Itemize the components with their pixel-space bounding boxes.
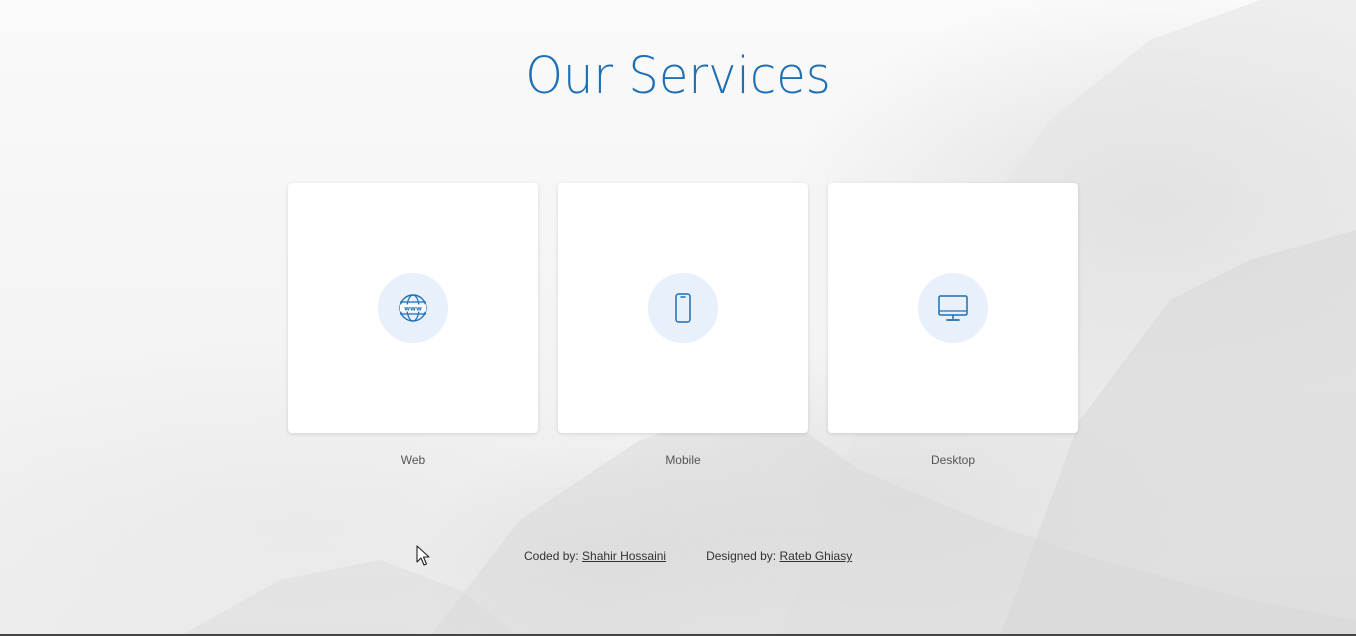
footer-credits: Coded by: Shahir Hossaini Designed by: R… — [524, 549, 852, 563]
coded-by-label: Coded by: — [524, 549, 579, 563]
service-label: Web — [400, 453, 426, 467]
service-label: Desktop — [930, 453, 976, 467]
service-item-mobile: Mobile — [558, 183, 808, 467]
smartphone-icon — [675, 293, 691, 323]
mouse-cursor-icon — [416, 545, 430, 566]
service-item-desktop: Desktop — [828, 183, 1078, 467]
icon-circle: www — [378, 273, 448, 343]
globe-www-icon: www — [399, 294, 427, 322]
icon-circle — [918, 273, 988, 343]
designed-by-label: Designed by: — [706, 549, 777, 563]
designed-by-credit: Designed by: Rateb Ghiasy — [706, 549, 852, 563]
icon-circle — [648, 273, 718, 343]
monitor-icon — [938, 295, 968, 321]
page-title: Our Services — [525, 46, 831, 106]
service-label: Mobile — [665, 453, 701, 467]
service-card-web[interactable]: www — [288, 183, 538, 433]
coded-by-credit: Coded by: Shahir Hossaini — [524, 549, 666, 563]
designed-by-link[interactable]: Rateb Ghiasy — [779, 549, 852, 563]
svg-text:www: www — [404, 305, 422, 313]
coded-by-link[interactable]: Shahir Hossaini — [582, 549, 666, 563]
service-card-desktop[interactable] — [828, 183, 1078, 433]
service-card-mobile[interactable] — [558, 183, 808, 433]
service-item-web: www Web — [288, 183, 538, 467]
services-grid: www Web Mobile Desktop — [288, 183, 1078, 467]
